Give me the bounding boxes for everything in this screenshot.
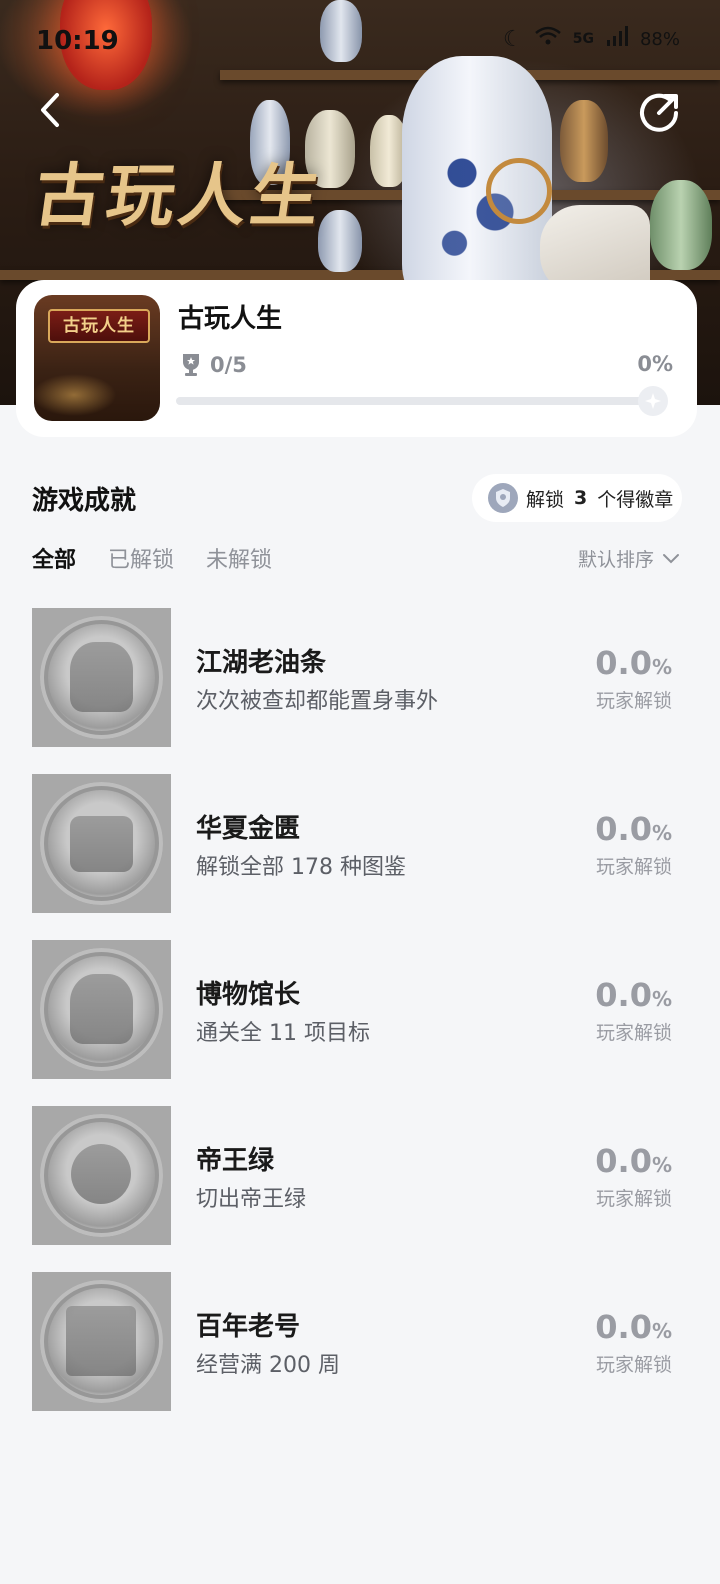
sort-dropdown[interactable]: 默认排序 — [578, 545, 680, 572]
hero-title-art: 古玩人生 — [29, 156, 329, 236]
achievement-item[interactable]: 华夏金匮 解锁全部 178 种图鉴 0.0% 玩家解锁 — [0, 774, 720, 940]
share-icon — [640, 93, 678, 132]
achievement-item[interactable]: 博物馆长 通关全 11 项目标 0.0% 玩家解锁 — [0, 940, 720, 1106]
achievement-rate: 0.0% — [595, 1142, 672, 1180]
game-name: 古玩人生 — [178, 304, 283, 334]
badge-hint-count: 3 — [574, 487, 588, 509]
vase-decoration — [560, 100, 608, 182]
achievement-rate: 0.0% — [595, 1308, 672, 1346]
badge-icon — [488, 483, 518, 513]
chevron-left-icon — [41, 93, 59, 127]
battery-text: 88% — [639, 28, 680, 50]
progress-end-badge — [638, 386, 668, 416]
status-icons: ☾ 5G 88% — [503, 26, 680, 52]
section-title: 游戏成就 — [32, 486, 137, 516]
achievement-name: 帝王绿 — [196, 1146, 275, 1176]
trophy-count: 0/5 — [180, 352, 247, 378]
chevron-down-icon — [663, 553, 679, 563]
star-icon — [645, 393, 661, 409]
achievement-list: 江湖老油条 次次被查却都能置身事外 0.0% 玩家解锁 华夏金匮 解锁全部 17… — [0, 608, 720, 1438]
achievement-medal-image — [32, 940, 171, 1079]
trophy-icon — [183, 354, 199, 376]
achievement-item[interactable]: 江湖老油条 次次被查却都能置身事外 0.0% 玩家解锁 — [0, 608, 720, 774]
achievement-rate-label: 玩家解锁 — [595, 1354, 672, 1376]
achievement-medal-image — [32, 608, 171, 747]
achievement-name: 博物馆长 — [196, 980, 301, 1010]
achievement-rate: 0.0% — [595, 644, 672, 682]
jade-lion-decoration — [650, 180, 712, 270]
signal-icon — [606, 26, 628, 52]
badge-hint-prefix: 解锁 — [526, 488, 565, 511]
share-button[interactable] — [638, 90, 682, 134]
achievement-desc: 次次被查却都能置身事外 — [196, 689, 439, 714]
tab-unlocked[interactable]: 已解锁 — [108, 542, 174, 574]
back-button[interactable] — [30, 90, 70, 130]
achievement-rate: 0.0% — [595, 976, 672, 1014]
achievement-desc: 经营满 200 周 — [196, 1353, 340, 1378]
progress-bar — [176, 397, 664, 405]
progress-percent: 0% — [637, 352, 673, 376]
tab-locked[interactable]: 未解锁 — [206, 542, 272, 574]
achievement-medal-image — [32, 774, 171, 913]
achievement-desc: 通关全 11 项目标 — [196, 1021, 370, 1046]
achievement-rate-label: 玩家解锁 — [595, 1188, 672, 1210]
vase-decoration — [318, 210, 362, 272]
moon-icon: ☾ — [503, 26, 523, 52]
achievement-name: 江湖老油条 — [196, 648, 327, 678]
achievement-desc: 切出帝王绿 — [196, 1187, 307, 1212]
badge-hint-suffix: 个得徽章 — [597, 488, 674, 511]
game-summary-card: 古玩人生 古玩人生 0/5 0% — [16, 280, 697, 437]
status-time: 10:19 — [36, 26, 119, 56]
vase-decoration — [320, 0, 362, 62]
achievement-rate-label: 玩家解锁 — [595, 856, 672, 878]
badge-hint-pill[interactable]: 解锁 3 个得徽章 — [472, 474, 682, 522]
game-thumbnail[interactable]: 古玩人生 — [34, 295, 160, 421]
thumb-title: 古玩人生 — [48, 309, 150, 343]
achievement-desc: 解锁全部 178 种图鉴 — [196, 855, 406, 880]
magnifier-art — [486, 158, 552, 224]
achievement-rate-label: 玩家解锁 — [595, 690, 672, 712]
achievement-medal-image — [32, 1106, 171, 1245]
achievement-item[interactable]: 帝王绿 切出帝王绿 0.0% 玩家解锁 — [0, 1106, 720, 1272]
achievement-item[interactable]: 百年老号 经营满 200 周 0.0% 玩家解锁 — [0, 1272, 720, 1438]
trophy-count-text: 0/5 — [210, 353, 247, 377]
achievement-name: 华夏金匮 — [196, 814, 301, 844]
achievement-rate: 0.0% — [595, 810, 672, 848]
filter-tabs: 全部 已解锁 未解锁 — [32, 542, 272, 574]
sort-label: 默认排序 — [577, 549, 654, 571]
wifi-icon — [534, 26, 561, 52]
achievement-name: 百年老号 — [196, 1312, 301, 1342]
network-label: 5G — [572, 31, 594, 47]
achievement-medal-image — [32, 1272, 171, 1411]
tab-all[interactable]: 全部 — [32, 542, 76, 574]
achievement-rate-label: 玩家解锁 — [595, 1022, 672, 1044]
